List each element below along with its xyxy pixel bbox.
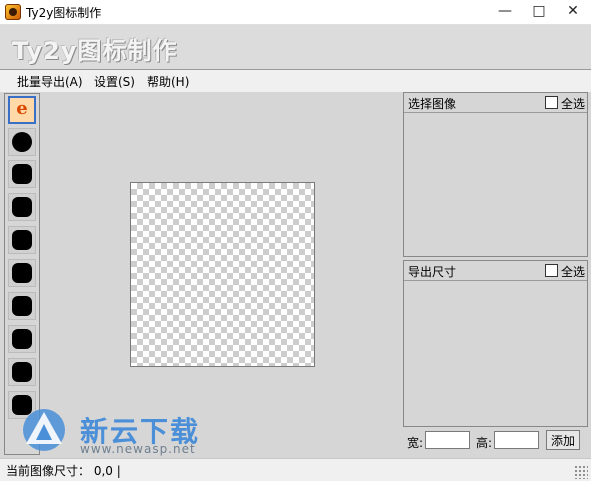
width-label: 宽: — [407, 436, 424, 450]
size-input-row: 宽: 高: 添加 — [403, 430, 588, 452]
select-image-title: 选择图像 — [408, 97, 457, 111]
preview-canvas[interactable] — [130, 182, 315, 367]
resize-grip-icon[interactable] — [574, 465, 588, 479]
maximize-button[interactable]: □ — [522, 0, 556, 24]
window-title: Ty2y图标制作 — [26, 6, 102, 20]
thumbnail-strip[interactable]: e — [4, 93, 40, 455]
app-icon — [5, 4, 21, 20]
height-label: 高: — [476, 436, 493, 450]
black-square-icon — [12, 197, 32, 217]
thumbnail-item[interactable] — [8, 325, 36, 353]
black-square-icon — [12, 263, 32, 283]
add-size-button[interactable]: 添加 — [546, 430, 580, 450]
select-all-image-checkbox[interactable] — [545, 96, 558, 109]
thumbnail-item[interactable] — [8, 292, 36, 320]
main-area: e 选择图像 全选 导出尺寸 全选 宽: 高: 添加 — [0, 92, 591, 458]
menu-bar: 批量导出(A) 设置(S) 帮助(H) — [0, 69, 591, 93]
status-text: 当前图像尺寸： 0,0 | — [6, 464, 121, 478]
black-square-icon — [12, 329, 32, 349]
minimize-button[interactable]: — — [488, 0, 522, 24]
select-all-size-checkbox[interactable] — [545, 264, 558, 277]
height-input[interactable] — [494, 431, 539, 449]
menu-settings[interactable]: 设置(S) — [94, 73, 135, 90]
black-square-icon — [12, 362, 32, 382]
newasp-logo-icon — [23, 409, 65, 451]
thumbnail-item[interactable] — [8, 193, 36, 221]
export-size-header: 导出尺寸 全选 — [404, 261, 587, 281]
thumbnail-item[interactable] — [8, 128, 36, 156]
thumbnail-item[interactable] — [8, 226, 36, 254]
close-button[interactable]: ✕ — [556, 0, 590, 24]
select-all-size-label[interactable]: 全选 — [561, 263, 585, 280]
black-square-icon — [12, 296, 32, 316]
thumbnail-item[interactable] — [8, 259, 36, 287]
size-list[interactable] — [404, 281, 587, 426]
menu-batch-export[interactable]: 批量导出(A) — [17, 73, 83, 90]
width-input[interactable] — [425, 431, 470, 449]
app-banner: Ty2y图标制作 — [0, 25, 591, 69]
export-size-title: 导出尺寸 — [408, 265, 457, 279]
ie-icon: e — [16, 98, 28, 119]
black-square-icon — [12, 230, 32, 250]
status-bar: 当前图像尺寸： 0,0 | — [0, 458, 591, 481]
select-image-header: 选择图像 全选 — [404, 93, 587, 113]
title-bar: Ty2y图标制作 — □ ✕ — [0, 0, 591, 25]
image-list[interactable] — [404, 113, 587, 256]
menu-help[interactable]: 帮助(H) — [147, 73, 189, 90]
thumbnail-item[interactable] — [8, 160, 36, 188]
select-all-image-label[interactable]: 全选 — [561, 95, 585, 112]
thumbnail-item-selected[interactable]: e — [8, 96, 36, 124]
watermark-url: www.newasp.net — [80, 442, 196, 456]
thumbnail-item[interactable] — [8, 358, 36, 386]
select-image-panel: 选择图像 全选 — [403, 92, 588, 257]
export-size-panel: 导出尺寸 全选 — [403, 260, 588, 427]
black-circle-icon — [12, 132, 32, 152]
black-square-icon — [12, 164, 32, 184]
banner-title: Ty2y图标制作 — [12, 37, 178, 65]
